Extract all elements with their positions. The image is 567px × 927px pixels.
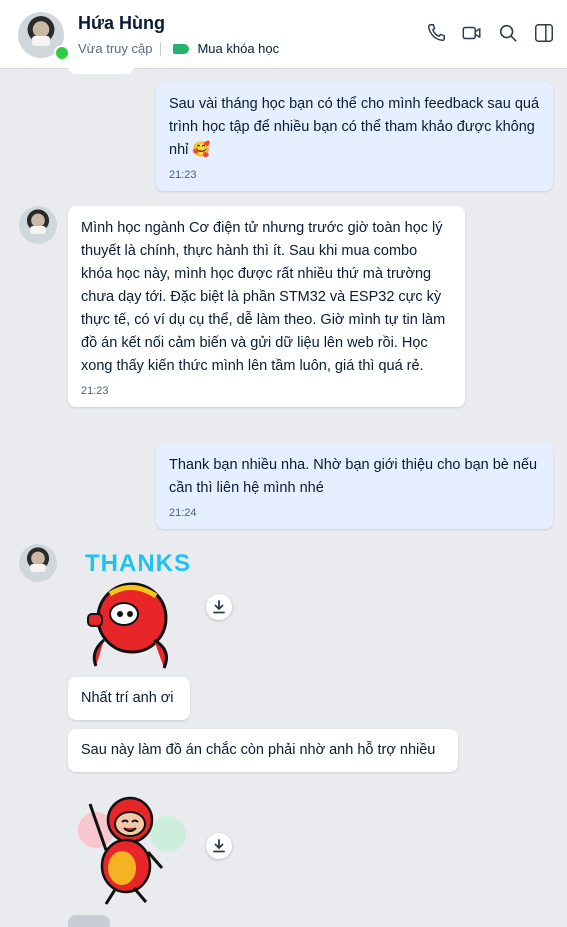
dancing-character-drawing: [78, 796, 186, 905]
header-actions: [425, 22, 555, 44]
contact-status-row: Vừa truy cập Mua khóa học: [78, 41, 279, 56]
their-message-bubble[interactable]: Nhất trí anh ơi: [68, 677, 190, 720]
sender-avatar[interactable]: [19, 206, 57, 244]
divider: [160, 41, 162, 56]
previous-message-bubble: [68, 56, 134, 74]
sender-avatar[interactable]: [19, 544, 57, 582]
message-time: 21:24: [169, 507, 197, 519]
download-button[interactable]: [206, 833, 232, 859]
dancing-character-sticker[interactable]: [76, 790, 188, 908]
their-message-bubble[interactable]: Sau này làm đồ án chắc còn phải nhờ anh …: [68, 729, 458, 772]
message-text: Sau này làm đồ án chắc còn phải nhờ anh …: [81, 742, 436, 758]
my-message-bubble[interactable]: Sau vài tháng học bạn có thể cho mình fe…: [156, 82, 553, 191]
video-call-icon[interactable]: [461, 22, 483, 44]
message-text: Mình học ngành Cơ điện tử nhưng trước gi…: [81, 220, 446, 374]
tag-icon: [173, 43, 190, 54]
message-time: 21:23: [169, 169, 197, 181]
message-text: Sau vài tháng học bạn có thể cho mình fe…: [169, 96, 540, 158]
search-icon[interactable]: [497, 22, 519, 44]
download-icon: [213, 839, 225, 853]
red-character-drawing: [87, 582, 168, 669]
message-text: Nhất trí anh ơi: [81, 690, 174, 706]
their-message-bubble[interactable]: Mình học ngành Cơ điện tử nhưng trước gi…: [68, 206, 465, 407]
phone-icon[interactable]: [425, 22, 447, 44]
message-time: 21:23: [81, 385, 109, 397]
thanks-sticker[interactable]: THANKS: [78, 548, 198, 672]
message-text: Thank bạn nhiều nha. Nhờ bạn giới thiệu …: [169, 457, 538, 496]
contact-tag-label[interactable]: Mua khóa học: [197, 41, 279, 56]
download-button[interactable]: [206, 594, 232, 620]
sidebar-toggle-icon[interactable]: [533, 22, 555, 44]
download-icon: [213, 600, 225, 614]
contact-name[interactable]: Hứa Hùng: [78, 13, 165, 34]
contact-status: Vừa truy cập: [78, 41, 153, 56]
next-message-bubble: [68, 915, 110, 927]
my-message-bubble[interactable]: Thank bạn nhiều nha. Nhờ bạn giới thiệu …: [156, 443, 553, 529]
